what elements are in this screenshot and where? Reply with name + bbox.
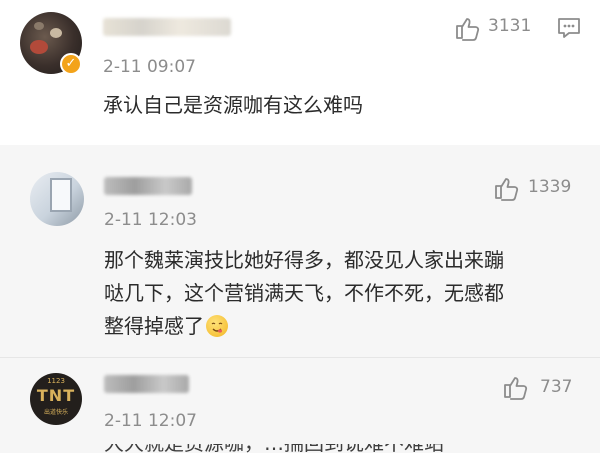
like-count: 1339: [528, 177, 572, 197]
reply-text-partial: 大大就是资源咖，…揣回到说难不难站: [104, 444, 464, 453]
like-count: 3131: [488, 16, 532, 36]
reply-time: 2-11 12:03: [104, 210, 197, 230]
avatar-caption: 出道快乐: [43, 409, 68, 416]
comment-time: 2-11 09:07: [103, 57, 196, 77]
thumbs-up-icon[interactable]: [502, 374, 528, 400]
message-menu-icon[interactable]: [556, 16, 582, 40]
reply-text-line: 整得掉感了: [104, 310, 228, 343]
avatar-number: 1123: [47, 377, 65, 385]
reply-text-end: 整得掉感了: [104, 314, 204, 338]
yummy-emoji-icon: [206, 315, 228, 337]
comment-text: 承认自己是资源咖有这么难吗: [103, 93, 363, 117]
reply-time: 2-11 12:07: [104, 411, 197, 431]
username-blurred[interactable]: [104, 177, 192, 195]
reply-text-line: 那个魏莱演技比她好得多，都没见人家出来蹦: [104, 248, 504, 272]
thumbs-up-icon[interactable]: [454, 15, 480, 41]
like-count: 737: [540, 377, 573, 397]
reply-text-line: 哒几下，这个营销满天飞，不作不死，无感都: [104, 281, 504, 305]
avatar-logo: TNT: [36, 386, 76, 405]
reply-text-partial-content: 大大就是资源咖，…揣回到说难不难站: [104, 444, 464, 453]
username-blurred[interactable]: [104, 375, 189, 393]
thumbs-up-icon[interactable]: [493, 175, 519, 201]
verified-badge-icon: ✓: [60, 53, 82, 75]
avatar[interactable]: 1123 TNT 出道快乐: [30, 373, 82, 425]
username-blurred[interactable]: [103, 18, 231, 36]
divider: [0, 357, 600, 358]
top-comment: ✓ 2-11 09:07 承认自己是资源咖有这么难吗 3131: [0, 0, 600, 145]
avatar[interactable]: [30, 172, 84, 226]
